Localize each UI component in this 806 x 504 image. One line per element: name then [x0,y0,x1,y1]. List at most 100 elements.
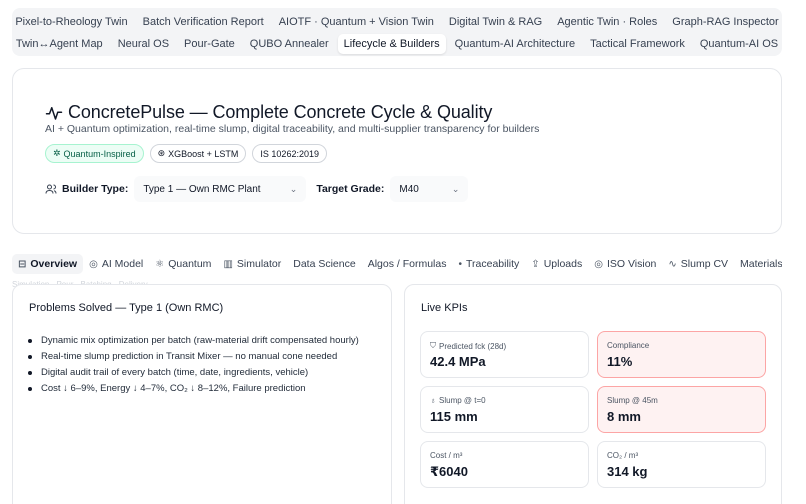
tab-overview[interactable]: ⊟ Overview [12,254,84,274]
tab-data-science[interactable]: Data Science [287,254,361,274]
shield-icon: ⛉ [430,341,436,350]
problems-card: Problems Solved — Type 1 (Own RMC) Dynam… [12,284,392,504]
tab-label: Slump CV [680,258,729,270]
kpi-label: Cost / m³ [430,451,463,460]
list-item: Cost ↓ 6–9%, Energy ↓ 4–7%, CO₂ ↓ 8–12%,… [28,381,359,397]
tab-label: Materials OS v7 [740,258,782,270]
hero-card: ConcretePulse — Complete Concrete Cycle … [12,68,782,234]
kpi-co2: CO₂ / m³ 314 kg [597,441,766,488]
tab-label: AI Model [101,258,144,270]
dot-icon: • [458,258,462,270]
tab-label: Data Science [293,258,356,270]
upload-icon: ⇪ [531,258,540,270]
chart-icon: ▥ [223,258,233,270]
tab-label: Traceability [466,258,520,270]
badge-row: ✲ Quantum-Inspired ⊛ XGBoost + LSTM IS 102… [45,144,327,163]
sparkle-icon: ✲ [53,148,61,158]
tab-simulator[interactable]: ▥ Simulator [217,254,287,274]
wave-icon: ∿ [668,258,677,270]
tab-label: Quantum [168,258,212,270]
nav-tab[interactable]: Neural OS [112,34,175,54]
nav-tab[interactable]: Twin↔Agent Map [10,34,109,54]
kpi-value: 11% [607,354,633,369]
eye-icon: ◎ [594,258,603,270]
tab-ai-model[interactable]: ◎ AI Model [83,254,149,274]
nav-tab[interactable]: QUBO Annealer [244,34,335,54]
top-nav-row-2: Twin↔Agent Map Neural OS Pour-Gate QUBO … [12,34,782,54]
badge-label: XGBoost + LSTM [168,148,239,159]
kpi-slump-t0: ♁ Slump @ t=0 115 mm [420,386,589,433]
users-icon [45,184,57,194]
chip-icon: ⊛ [157,148,166,158]
tab-algos-formulas[interactable]: Algos / Formulas [362,254,453,274]
kpi-slump-45m: Slump @ 45m 8 mm [597,386,766,433]
standard-badge: IS 10262:2019 [252,144,327,163]
top-nav: Pixel-to-Rheology Twin Batch Verificatio… [12,8,782,56]
nav-tab[interactable]: Agentic Twin · Roles [551,12,663,32]
tab-iso-vision[interactable]: ◎ ISO Vision [588,254,662,274]
tab-materials-os[interactable]: Materials OS v7 [734,254,782,274]
list-item: Dynamic mix optimization per batch (raw-… [28,333,359,349]
kpi-value: ₹6040 [430,464,468,479]
problems-list: Dynamic mix optimization per batch (raw-… [28,333,359,397]
builder-type-select[interactable]: Type 1 — Own RMC Plant ⌄ [134,176,307,202]
target-grade-select[interactable]: M40 ⌄ [390,176,469,202]
grid-icon: ⊟ [18,258,27,270]
nav-tab[interactable]: Pixel-to-Rheology Twin [9,12,133,32]
kpi-label: Slump @ 45m [607,396,658,405]
chevron-down-icon: ⌄ [451,183,460,194]
kpi-label: Predicted fck (28d) [439,341,507,351]
kpi-card: Live KPIs ⛉ Predicted fck (28d) 42.4 MPa … [404,284,782,504]
target-grade-value: M40 [399,183,419,195]
kpi-value: 42.4 MPa [430,354,486,369]
builder-controls: Builder Type: Type 1 — Own RMC Plant ⌄ T… [45,176,469,202]
target-icon: ◎ [89,258,98,270]
nav-tab[interactable]: Tactical Framework [584,34,691,54]
page-title: ConcretePulse — Complete Concrete Cycle … [68,102,493,122]
section-tabs: ⊟ Overview ◎ AI Model ⚛ Quantum ▥ Simulator … [12,252,782,276]
model-badge: ⊛ XGBoost + LSTM [149,144,247,163]
builder-type-label-text: Builder Type: [62,183,129,195]
builder-type-label: Builder Type: [45,183,128,195]
nav-tab[interactable]: Pour-Gate [178,34,241,54]
drops-icon: ♁ [430,396,436,405]
tab-uploads[interactable]: ⇪ Uploads [525,254,588,274]
top-nav-row-1: Pixel-to-Rheology Twin Batch Verificatio… [12,12,782,32]
tab-traceability[interactable]: • Traceability [452,254,525,274]
nav-tab[interactable]: AIOTF · Quantum + Vision Twin [273,12,440,32]
nav-tab[interactable]: Batch Verification Report [137,12,270,32]
tab-label: ISO Vision [606,258,657,270]
nav-tab[interactable]: Digital Twin & RAG [443,12,548,32]
kpi-label: CO₂ / m³ [607,451,639,460]
badge-label: Quantum-Inspired [63,148,136,159]
nav-tab[interactable]: Quantum-AI Architecture [449,34,581,54]
kpi-value: 115 mm [430,409,478,424]
chevron-down-icon: ⌄ [289,183,298,194]
tab-quantum[interactable]: ⚛ Quantum [149,254,217,274]
hero-title-row: ConcretePulse — Complete Concrete Cycle … [45,102,492,123]
nav-tab-active[interactable]: Lifecycle & Builders [337,34,446,54]
tab-label: Algos / Formulas [367,258,447,270]
kpi-compliance: Compliance 11% [597,331,766,378]
builder-type-value: Type 1 — Own RMC Plant [143,183,261,195]
kpi-label: Compliance [607,341,650,350]
nav-tab[interactable]: Quantum-AI OS [694,34,784,54]
kpi-title: Live KPIs [421,302,468,314]
atom-icon: ⚛ [155,258,165,270]
nav-tab[interactable]: Graph-RAG Inspector [666,12,784,32]
problems-title: Problems Solved — Type 1 (Own RMC) [29,302,224,314]
kpi-label: Slump @ t=0 [439,396,486,405]
kpi-value: 8 mm [607,409,641,424]
tab-slump-cv[interactable]: ∿ Slump CV [662,254,734,274]
tab-label: Overview [30,258,78,270]
pulse-icon [45,106,63,120]
kpi-value: 314 kg [607,464,648,479]
tab-label: Simulator [236,258,282,270]
target-grade-label: Target Grade: [316,183,385,195]
kpi-predicted-fck: ⛉ Predicted fck (28d) 42.4 MPa [420,331,589,378]
page-subtitle: AI + Quantum optimization, real-time slu… [45,123,540,135]
list-item: Real-time slump prediction in Transit Mi… [28,349,359,365]
badge-label: IS 10262:2019 [260,148,319,159]
kpi-cost: Cost / m³ ₹6040 [420,441,589,488]
list-item: Digital audit trail of every batch (time… [28,365,359,381]
